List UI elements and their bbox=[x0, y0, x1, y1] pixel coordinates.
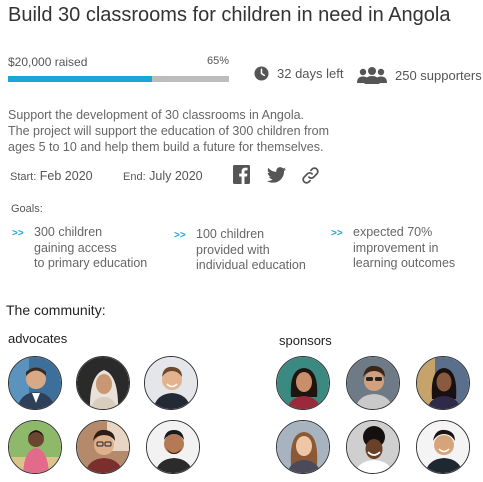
description-line: ages 5 to 10 and help them build a futur… bbox=[8, 140, 324, 154]
goal-line: learning outcomes bbox=[353, 256, 456, 270]
goals-heading: Goals: bbox=[11, 203, 43, 215]
advocate-avatar[interactable] bbox=[146, 420, 200, 474]
goal-line: provided with bbox=[196, 242, 270, 257]
goal-marker: >> bbox=[174, 230, 186, 241]
goal-line: improvement in bbox=[353, 240, 439, 255]
advocate-avatar[interactable] bbox=[8, 420, 62, 474]
goal-line: expected 70% bbox=[353, 225, 433, 239]
start-label: Start: bbox=[10, 171, 37, 183]
progress-bar bbox=[8, 76, 229, 82]
goal-item: >> 100 children provided with individual… bbox=[174, 227, 306, 274]
days-left-stat: 32 days left bbox=[254, 66, 344, 81]
goal-line: to primary education bbox=[34, 256, 148, 270]
people-icon bbox=[357, 67, 387, 84]
description-line: Support the development of 30 classrooms… bbox=[8, 108, 305, 122]
sponsor-avatar[interactable] bbox=[276, 420, 330, 474]
link-icon[interactable] bbox=[301, 166, 320, 185]
advocate-avatar[interactable] bbox=[8, 356, 62, 410]
supporters-stat: 250 supporters bbox=[357, 66, 482, 84]
advocates-label: advocates bbox=[8, 331, 68, 346]
campaign-description: Support the development of 30 classrooms… bbox=[8, 107, 468, 155]
goal-marker: >> bbox=[12, 228, 24, 239]
supporters-count: 250 supporters bbox=[395, 67, 482, 83]
sponsor-avatar[interactable] bbox=[416, 356, 470, 410]
start-date: Start: Feb 2020 bbox=[10, 169, 93, 183]
end-value: July 2020 bbox=[149, 169, 203, 183]
clock-icon bbox=[254, 66, 269, 81]
goal-line: 100 children bbox=[196, 227, 265, 241]
goal-item: >> expected 70% improvement in learning … bbox=[331, 225, 455, 272]
advocate-avatar[interactable] bbox=[76, 420, 130, 474]
goal-item: >> 300 children gaining access to primar… bbox=[12, 225, 147, 272]
sponsor-avatar[interactable] bbox=[276, 356, 330, 410]
progress-percent: 65% bbox=[207, 55, 230, 67]
end-label: End: bbox=[123, 171, 146, 183]
campaign-title: Build 30 classrooms for children in need… bbox=[8, 4, 451, 26]
end-date: End: July 2020 bbox=[123, 169, 203, 183]
days-left: 32 days left bbox=[277, 66, 344, 81]
sponsor-avatar[interactable] bbox=[346, 420, 400, 474]
goal-line: gaining access bbox=[34, 240, 117, 255]
raised-amount: $20,000 raised bbox=[8, 55, 88, 69]
twitter-icon[interactable] bbox=[267, 167, 286, 183]
sponsor-avatar[interactable] bbox=[416, 420, 470, 474]
progress-fill bbox=[8, 76, 152, 82]
goal-marker: >> bbox=[331, 228, 343, 239]
description-line: The project will support the education o… bbox=[8, 124, 330, 138]
goal-line: 300 children bbox=[34, 225, 103, 239]
facebook-icon[interactable] bbox=[233, 165, 250, 184]
advocate-avatar[interactable] bbox=[76, 356, 130, 410]
start-value: Feb 2020 bbox=[39, 169, 93, 183]
community-heading: The community: bbox=[6, 302, 106, 318]
sponsors-label: sponsors bbox=[279, 333, 332, 348]
sponsor-avatar[interactable] bbox=[346, 356, 400, 410]
goal-line: individual education bbox=[196, 258, 306, 272]
advocate-avatar[interactable] bbox=[144, 356, 198, 410]
